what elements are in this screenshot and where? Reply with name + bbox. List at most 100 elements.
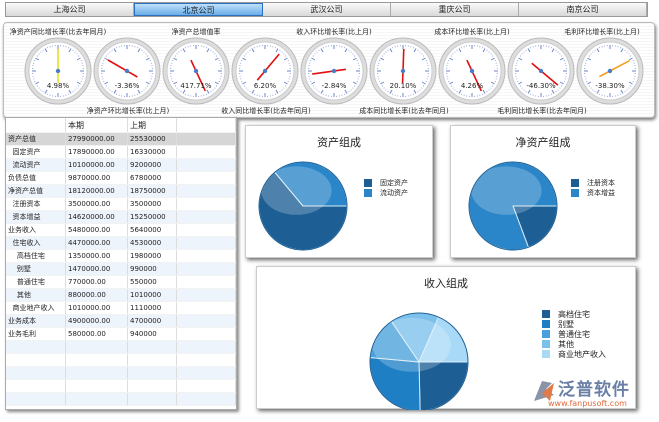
gauge-tick — [352, 87, 354, 89]
gauge-tick — [42, 49, 44, 51]
current-value: 880000.00 — [66, 289, 128, 301]
tab-chongqing[interactable]: 重庆公司 — [391, 3, 519, 16]
empty-cell — [177, 185, 236, 197]
gauge-tick — [559, 87, 561, 89]
gauge-tick — [76, 87, 78, 89]
gauge-tick — [42, 91, 44, 93]
tab-nanjing[interactable]: 南京公司 — [519, 3, 647, 16]
gauge-tick — [105, 85, 107, 87]
gauge-tick — [452, 87, 454, 89]
empty-cell — [177, 302, 236, 314]
table-row[interactable]: 资本增益 14620000.00 15250000 — [6, 211, 236, 224]
table-row[interactable]: 业务成本 4900000.00 4700000 — [6, 315, 236, 328]
gauge-tick — [285, 85, 287, 87]
gauge-tick — [525, 91, 527, 93]
gauge-tick — [243, 85, 245, 87]
legend-item: 资本增益 — [571, 188, 615, 198]
table-row[interactable]: 业务毛利 580000.00 940000 — [6, 328, 236, 341]
table-row[interactable]: 别墅 1470000.00 990000 — [6, 263, 236, 276]
current-value: 4900000.00 — [66, 315, 128, 327]
gauge-tick — [419, 89, 421, 91]
gauge-tick — [350, 89, 352, 91]
gauge: -3.36% — [93, 37, 161, 105]
gauge-tick — [74, 89, 76, 91]
row-label: 普通住宅 — [6, 276, 66, 288]
table-row[interactable] — [6, 393, 236, 406]
current-value: 1010000.00 — [66, 302, 128, 314]
row-label: 资产总值 — [6, 133, 66, 145]
gauge-tick — [111, 49, 113, 51]
gauge-title: 成本同比增长率(比去年同月) — [359, 107, 449, 115]
table-row[interactable]: 高档住宅 1350000.00 1980000 — [6, 250, 236, 263]
legend-item: 普通住宅 — [542, 329, 606, 339]
gauge-tick — [109, 51, 111, 53]
gauge-tick — [523, 89, 525, 91]
table-row[interactable]: 资产总值 27990000.00 25530000 — [6, 133, 236, 146]
gauge-tick — [318, 91, 320, 93]
gauge-tick — [74, 51, 76, 53]
table-row[interactable]: 固定资产 17890000.00 16330000 — [6, 146, 236, 159]
gauge-hub — [400, 68, 406, 74]
table-row[interactable]: 业务收入 5480000.00 5640000 — [6, 224, 236, 237]
row-label: 业务毛利 — [6, 328, 66, 340]
tab-shanghai[interactable]: 上海公司 — [6, 3, 134, 16]
gauge-tick — [279, 91, 281, 93]
row-label: 别墅 — [6, 263, 66, 275]
row-label: 业务成本 — [6, 315, 66, 327]
current-value: 10100000.00 — [66, 159, 128, 171]
table-row[interactable]: 其他 880000.00 1010000 — [6, 289, 236, 302]
gauge-tick — [523, 51, 525, 53]
table-row[interactable] — [6, 380, 236, 393]
table-row[interactable]: 普通住宅 770000.00 550000 — [6, 276, 236, 289]
gauge-tick — [210, 91, 212, 93]
gauge-tick — [387, 91, 389, 93]
gauge-tick — [180, 49, 182, 51]
table-row[interactable]: 负债总值 9870000.00 6780000 — [6, 172, 236, 185]
tab-wuhan[interactable]: 武汉公司 — [263, 3, 391, 16]
table-row[interactable]: 流动资产 10100000.00 9200000 — [6, 159, 236, 172]
row-label — [6, 354, 66, 366]
table-row[interactable] — [6, 367, 236, 380]
gauge-tick — [588, 85, 590, 87]
gauge-tick — [381, 85, 383, 87]
gauge-tick — [216, 55, 218, 57]
header-cell — [177, 118, 236, 132]
table-row[interactable]: 净资产总值 18120000.00 18750000 — [6, 185, 236, 198]
gauge: -2.84% — [300, 37, 368, 105]
gauge-tick — [555, 49, 557, 51]
table-row[interactable] — [6, 354, 236, 367]
legend-swatch — [542, 330, 550, 338]
table-row[interactable]: 注册资本 3500000.00 3500000 — [6, 198, 236, 211]
current-value: 17890000.00 — [66, 146, 128, 158]
gauge-tick — [174, 55, 176, 57]
gauge-tick — [590, 53, 592, 55]
gauge-tick — [312, 85, 314, 87]
table-row[interactable]: 商业地产收入 1010000.00 1110000 — [6, 302, 236, 315]
row-label — [6, 380, 66, 392]
legend-swatch — [364, 189, 372, 197]
gauge-tick — [178, 89, 180, 91]
row-label: 固定资产 — [6, 146, 66, 158]
gauge-tick — [178, 51, 180, 53]
legend-swatch — [364, 179, 372, 187]
gauge-tick — [592, 89, 594, 91]
gauge-tick — [40, 51, 42, 53]
gauge-tick — [145, 53, 147, 55]
previous-value: 9200000 — [128, 159, 177, 171]
table-row[interactable] — [6, 341, 236, 354]
gauge-tick — [210, 49, 212, 51]
gauge-tick — [72, 91, 74, 93]
tab-beijing[interactable]: 北京公司 — [134, 3, 263, 16]
gauge-tick — [557, 51, 559, 53]
previous-value: 3500000 — [128, 198, 177, 210]
table-row[interactable]: 住宅收入 4470000.00 4530000 — [6, 237, 236, 250]
gauge-tick — [421, 87, 423, 89]
net-asset-pie-panel: 净资产组成 注册资本 资本增益 — [450, 125, 636, 258]
gauge: 20.10% — [369, 37, 437, 105]
gauge-tick — [145, 87, 147, 89]
gauge-hub — [193, 68, 199, 74]
gauge-hub — [331, 68, 337, 74]
gauge-tick — [243, 55, 245, 57]
current-value — [66, 341, 128, 353]
gauge-tick — [555, 91, 557, 93]
